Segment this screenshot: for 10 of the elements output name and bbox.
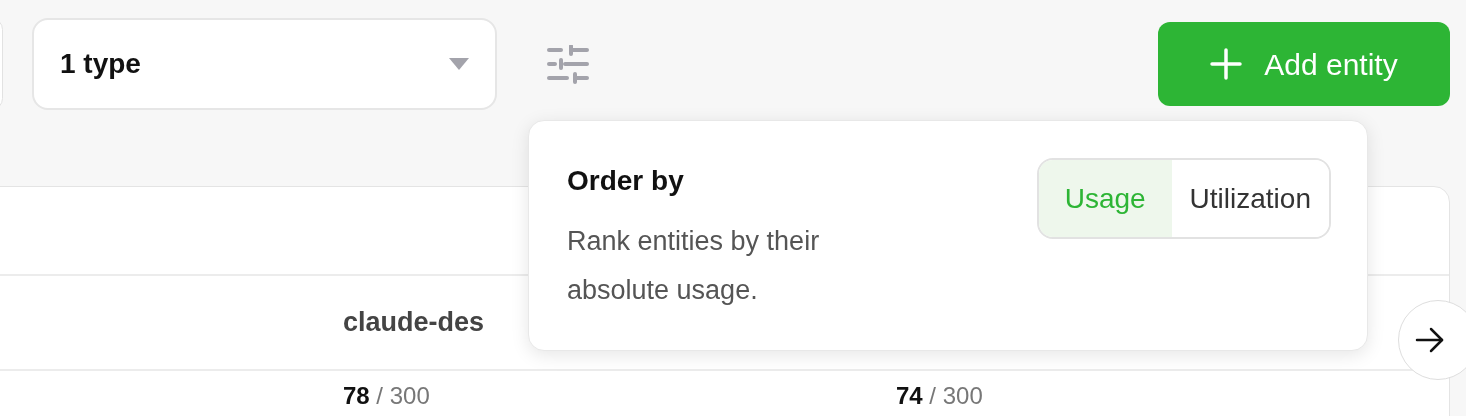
caret-icon bbox=[449, 58, 469, 70]
type-dropdown[interactable]: 1 type bbox=[32, 18, 497, 110]
popover-title: Order by bbox=[567, 164, 685, 198]
popover-description: Rank entities by their absolute usage. bbox=[567, 225, 821, 307]
arrow-right-icon bbox=[1415, 327, 1445, 353]
plus-icon bbox=[1210, 48, 1243, 80]
table-cell: 78 / 300 bbox=[343, 382, 430, 409]
column-header: claude-des bbox=[343, 306, 486, 340]
table-cell: 74 / 300 bbox=[896, 382, 983, 409]
dropdown-value: 1 type bbox=[60, 47, 141, 81]
